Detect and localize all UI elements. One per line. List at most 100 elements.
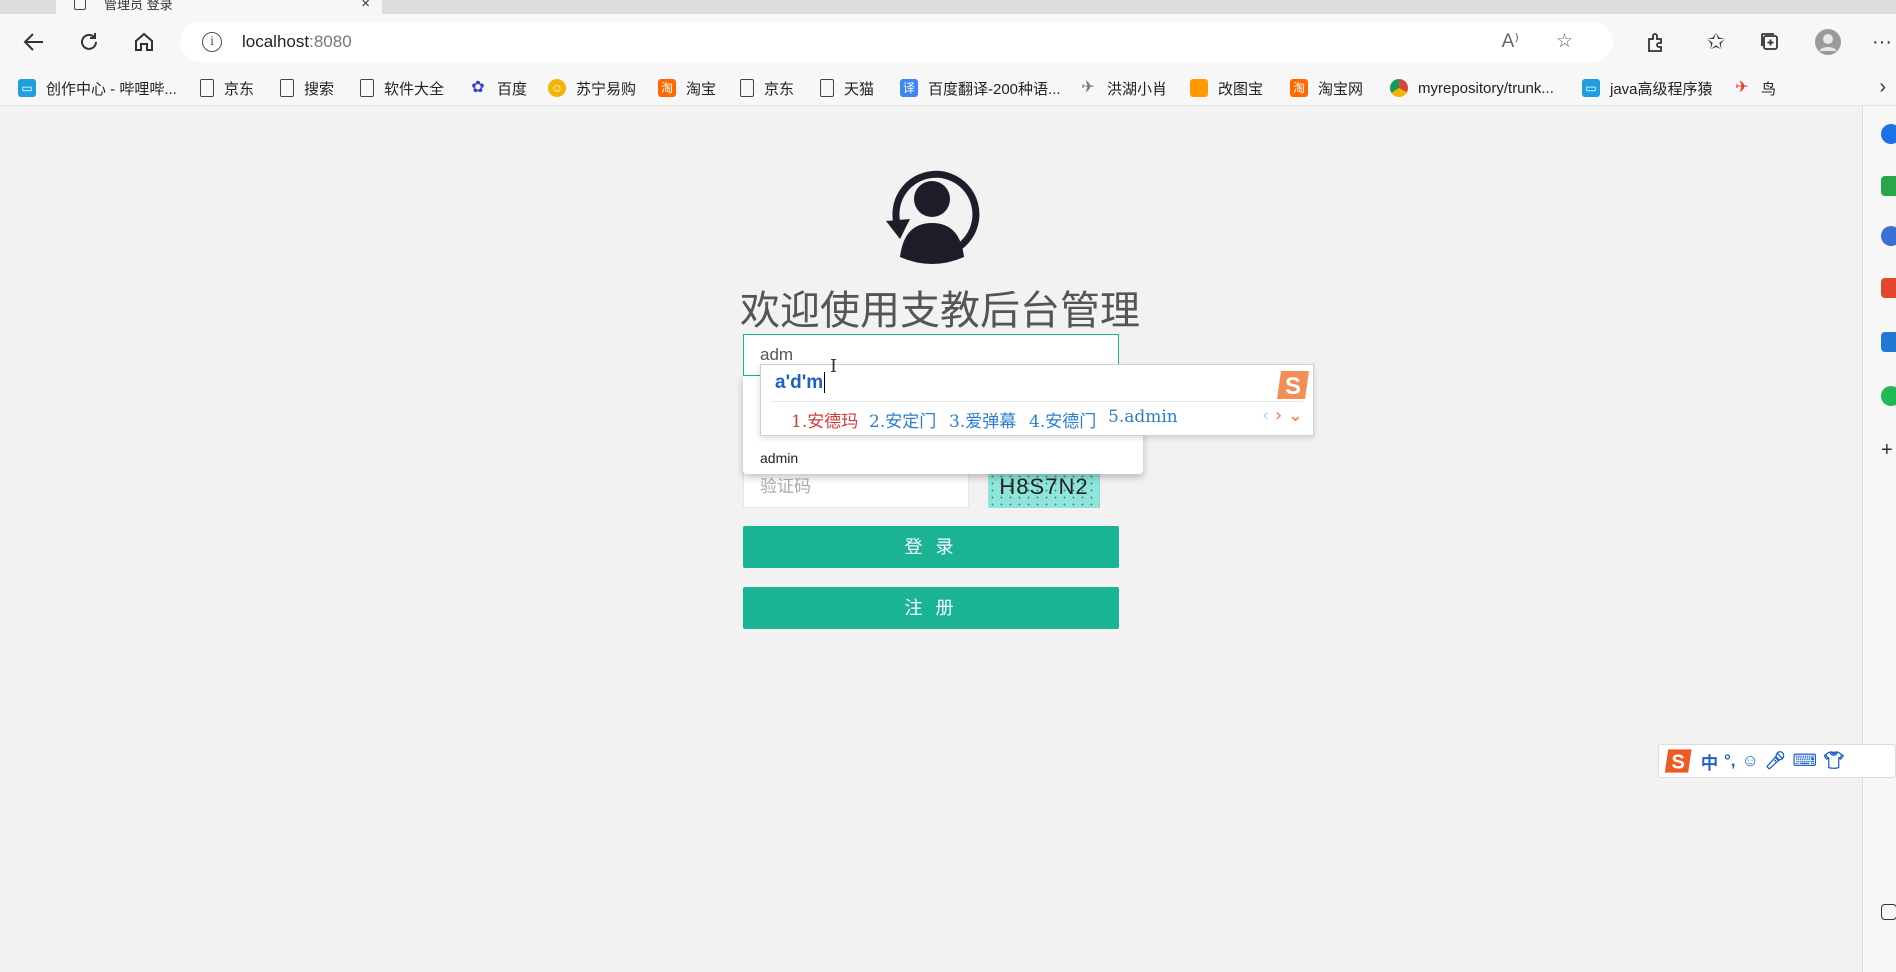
outlook-icon[interactable] bbox=[1881, 332, 1896, 352]
ime-page-arrows[interactable]: ‹ › ⌄ bbox=[1262, 405, 1303, 426]
register-button[interactable]: 注 册 bbox=[743, 587, 1119, 629]
edge-sidebar: + bbox=[1862, 106, 1896, 972]
page-icon bbox=[360, 79, 374, 97]
chevron-left-icon: ‹ bbox=[1262, 405, 1270, 426]
sidebar-exit-icon[interactable] bbox=[1881, 904, 1896, 920]
gaitubao-icon bbox=[1190, 79, 1208, 97]
url-text: localhost:8080 bbox=[242, 32, 352, 51]
bookmark-item[interactable]: ✿ 百度 bbox=[469, 78, 527, 98]
add-favorite-icon[interactable]: ☆ bbox=[1556, 30, 1573, 53]
bird-red-icon: ✈ bbox=[1735, 79, 1749, 96]
chevron-right-icon: › bbox=[1274, 405, 1283, 426]
emoji-icon[interactable]: ☺ bbox=[1742, 751, 1759, 771]
ime-candidate-window: a'd'm S 1.安德玛 2.安定门 3.爱弹幕 4.安德门 5.admin … bbox=[760, 364, 1314, 436]
autocomplete-item[interactable]: admin bbox=[760, 450, 798, 466]
page-icon bbox=[200, 79, 214, 97]
office-icon[interactable] bbox=[1881, 278, 1896, 298]
profile-avatar-icon bbox=[1815, 29, 1841, 55]
extensions-button[interactable] bbox=[1640, 26, 1672, 58]
tab-strip: 管理员 登录 × bbox=[0, 0, 1896, 14]
ime-candidate[interactable]: 2.安定门 bbox=[869, 407, 936, 432]
chevron-down-icon: ⌄ bbox=[1287, 405, 1303, 426]
home-button[interactable] bbox=[128, 26, 160, 58]
bookmark-item[interactable]: ✈ 洪湖小肖 bbox=[1079, 78, 1167, 98]
reload-icon bbox=[81, 33, 97, 50]
ime-candidate[interactable]: 1.安德玛 bbox=[791, 407, 858, 432]
settings-more-button[interactable]: ··· bbox=[1866, 26, 1896, 58]
tab-title: 管理员 登录 bbox=[104, 0, 173, 12]
bookmark-item[interactable]: 搜索 bbox=[280, 78, 334, 98]
sogou-logo-icon: S bbox=[1277, 371, 1309, 400]
page-icon bbox=[740, 79, 754, 97]
bookmark-item[interactable]: ☺ 苏宁易购 bbox=[548, 78, 636, 98]
ime-candidate[interactable]: 3.爱弹幕 bbox=[949, 407, 1016, 432]
page-icon bbox=[280, 79, 294, 97]
sogou-logo-icon[interactable]: S bbox=[1663, 746, 1695, 776]
read-aloud-icon[interactable]: A⁾ bbox=[1502, 30, 1519, 53]
favorites-button[interactable]: ✩ bbox=[1700, 26, 1732, 58]
people-icon[interactable] bbox=[1881, 226, 1896, 246]
skin-icon[interactable]: 👕︎ bbox=[1823, 751, 1845, 771]
tab-close-button[interactable]: × bbox=[361, 0, 370, 12]
chevron-right-icon[interactable]: › bbox=[1879, 76, 1886, 99]
back-arrow-icon bbox=[23, 33, 43, 51]
shopping-icon[interactable] bbox=[1881, 176, 1896, 196]
user-avatar-icon bbox=[886, 170, 980, 264]
keyboard-icon[interactable]: ⌨ bbox=[1792, 751, 1817, 771]
page-title: 欢迎使用支教后台管理 bbox=[740, 289, 1140, 333]
browser-toolbar: i localhost:8080 A⁾ ☆ ✩ ··· bbox=[0, 14, 1896, 70]
login-button[interactable]: 登 录 bbox=[743, 526, 1119, 568]
ime-mode-chinese[interactable]: 中 bbox=[1701, 749, 1718, 774]
more-icon: ··· bbox=[1872, 30, 1892, 53]
bookmark-item[interactable]: ▭ 创作中心 - 哔哩哔... bbox=[18, 78, 177, 98]
chrome-icon bbox=[1390, 79, 1408, 97]
search-icon[interactable] bbox=[1881, 124, 1896, 144]
bookmark-item[interactable]: myrepository/trunk... bbox=[1390, 78, 1554, 98]
site-info-icon[interactable]: i bbox=[202, 32, 222, 52]
puzzle-icon bbox=[1648, 33, 1662, 52]
home-icon bbox=[135, 32, 153, 51]
bookmarks-bar: ▭ 创作中心 - 哔哩哔... 京东 搜索 软件大全 ✿ 百度 ☺ 苏宁易购 淘淘宝 … bbox=[0, 70, 1896, 106]
ime-punctuation[interactable]: °, bbox=[1724, 751, 1736, 771]
bird-icon: ✈ bbox=[1081, 79, 1095, 96]
bookmark-item[interactable]: 淘淘宝网 bbox=[1290, 78, 1363, 98]
bookmark-item[interactable]: 淘淘宝 bbox=[658, 78, 716, 98]
ime-status-bar: S 中 °, ☺ 🎤︎ ⌨ 👕︎ bbox=[1658, 744, 1896, 778]
back-button[interactable] bbox=[18, 26, 50, 58]
bookmark-item[interactable]: 京东 bbox=[740, 78, 794, 98]
address-bar[interactable]: i localhost:8080 A⁾ ☆ bbox=[180, 22, 1613, 62]
favorites-icon: ✩ bbox=[1706, 29, 1726, 54]
microphone-icon[interactable]: 🎤︎ bbox=[1765, 751, 1787, 771]
bookmark-item[interactable]: 译百度翻译-200种语... bbox=[900, 78, 1061, 98]
taobao-icon: 淘 bbox=[658, 79, 676, 97]
bookmark-item[interactable]: 京东 bbox=[200, 78, 254, 98]
ime-pinyin: a'd'm bbox=[775, 372, 826, 394]
captcha-text: H8S7N2 bbox=[999, 474, 1089, 499]
baidu-paw-icon: ✿ bbox=[471, 79, 485, 96]
collections-icon bbox=[1761, 33, 1778, 50]
reload-button[interactable] bbox=[73, 26, 105, 58]
bilibili-icon: ▭ bbox=[18, 79, 36, 97]
translate-icon: 译 bbox=[900, 79, 918, 97]
page-icon bbox=[820, 79, 834, 97]
bookmark-item[interactable]: 软件大全 bbox=[360, 78, 444, 98]
text-cursor-icon: I bbox=[830, 356, 838, 377]
ime-divider bbox=[771, 401, 1303, 402]
bookmark-item[interactable]: 天猫 bbox=[820, 78, 874, 98]
ime-candidate[interactable]: 4.安德门 bbox=[1029, 407, 1096, 432]
svg-text:S: S bbox=[1672, 752, 1685, 774]
spotify-icon[interactable] bbox=[1881, 386, 1896, 406]
bilibili-icon: ▭ bbox=[1582, 79, 1600, 97]
bookmark-item[interactable]: 改图宝 bbox=[1190, 78, 1263, 98]
suning-icon: ☺ bbox=[548, 79, 566, 97]
collections-button[interactable] bbox=[1754, 26, 1786, 58]
page-icon bbox=[74, 0, 86, 10]
bookmark-item[interactable]: ▭ java高级程序猿 bbox=[1582, 78, 1713, 98]
svg-text:S: S bbox=[1285, 373, 1301, 400]
taobao-icon: 淘 bbox=[1290, 79, 1308, 97]
add-icon[interactable]: + bbox=[1881, 440, 1896, 460]
profile-button[interactable] bbox=[1812, 26, 1844, 58]
ime-candidate[interactable]: 5.admin bbox=[1108, 407, 1178, 427]
bookmark-item[interactable]: ✈ 鸟 bbox=[1733, 78, 1776, 98]
browser-tab[interactable]: 管理员 登录 × bbox=[56, 0, 382, 14]
